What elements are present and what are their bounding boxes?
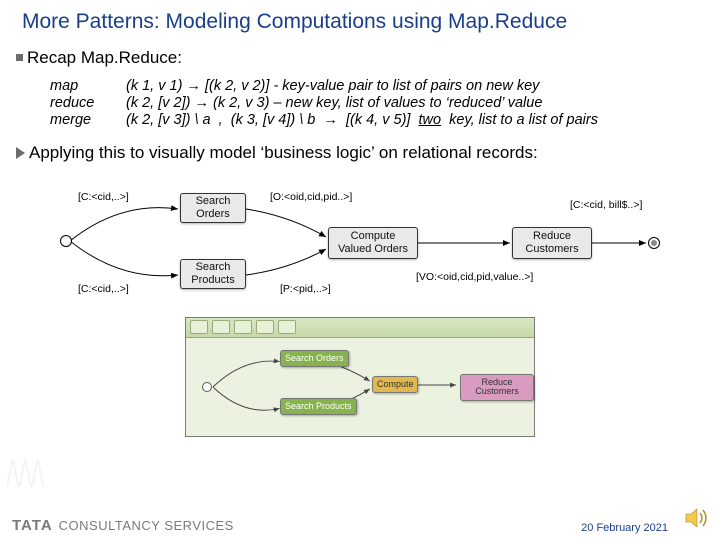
- logo: TATA CONSULTANCY SERVICES: [12, 517, 234, 534]
- end-node-icon: [648, 237, 660, 249]
- canvas: Search Orders Search Products Compute Re…: [186, 338, 534, 436]
- mini-box: Compute: [372, 376, 418, 393]
- toolbar-button[interactable]: [234, 320, 252, 334]
- bullet-square-icon: [16, 54, 23, 61]
- edge-label: [VO:<oid,cid,pid,value..>]: [416, 271, 533, 283]
- edge-label: [P:<pid,..>]: [280, 283, 331, 295]
- edge-label: [O:<oid,cid,pid..>]: [270, 191, 352, 203]
- logo-text-tata: TATA: [12, 517, 53, 534]
- toolbar-button[interactable]: [212, 320, 230, 334]
- box-search-orders: Search Orders: [180, 193, 246, 223]
- mini-box: Search Orders: [280, 350, 349, 367]
- def-body: (k 2, [v 3]) \ a , (k 3, [v 4]) \ b → [(…: [126, 112, 598, 128]
- toolbar-button[interactable]: [278, 320, 296, 334]
- def-body: (k 2, [v 2]) → (k 2, v 3) – new key, lis…: [126, 95, 542, 111]
- box-search-products: Search Products: [180, 259, 246, 289]
- edge-label: [C:<cid,..>]: [78, 283, 129, 295]
- def-row-reduce: reduce (k 2, [v 2]) → (k 2, v 3) – new k…: [50, 95, 720, 111]
- footer: TATA CONSULTANCY SERVICES 20 February 20…: [0, 517, 720, 534]
- def-name: map: [50, 78, 108, 94]
- def-row-map: map (k 1, v 1) → [(k 2, v 2)] - key-valu…: [50, 78, 720, 94]
- section-applying: Applying this to visually model ‘busines…: [0, 129, 720, 163]
- tool-window: Search Orders Search Products Compute Re…: [185, 317, 535, 437]
- bullet-triangle-icon: [16, 147, 25, 159]
- applying-heading: Applying this to visually model ‘busines…: [29, 143, 538, 163]
- recap-heading: Recap Map.Reduce:: [27, 48, 182, 68]
- toolbar-button[interactable]: [256, 320, 274, 334]
- section-recap: Recap Map.Reduce: map (k 1, v 1) → [(k 2…: [0, 34, 720, 128]
- watermark: /\/\/\: [6, 453, 43, 496]
- edge-label: [C:<cid,..>]: [78, 191, 129, 203]
- def-body: (k 1, v 1) → [(k 2, v 2)] - key-value pa…: [126, 78, 539, 94]
- mini-box: Search Products: [280, 398, 357, 415]
- speaker-icon: [684, 507, 710, 534]
- box-compute: Compute Valued Orders: [328, 227, 418, 259]
- mini-box: Reduce Customers: [460, 374, 534, 401]
- def-name: reduce: [50, 95, 108, 111]
- flow-diagram: Search Orders Search Products Compute Va…: [30, 171, 690, 311]
- box-reduce-customers: Reduce Customers: [512, 227, 592, 259]
- logo-text-cs: CONSULTANCY SERVICES: [59, 518, 234, 533]
- toolbar: [186, 318, 534, 338]
- definitions: map (k 1, v 1) → [(k 2, v 2)] - key-valu…: [16, 74, 720, 128]
- date-text: 20 February 2021: [581, 522, 668, 534]
- def-row-merge: merge (k 2, [v 3]) \ a , (k 3, [v 4]) \ …: [50, 112, 720, 128]
- edge-label: [C:<cid, bill$..>]: [570, 199, 642, 211]
- slide-title: More Patterns: Modeling Computations usi…: [0, 0, 720, 34]
- start-node-icon: [202, 382, 212, 392]
- def-name: merge: [50, 112, 108, 128]
- toolbar-button[interactable]: [190, 320, 208, 334]
- start-node-icon: [60, 235, 72, 247]
